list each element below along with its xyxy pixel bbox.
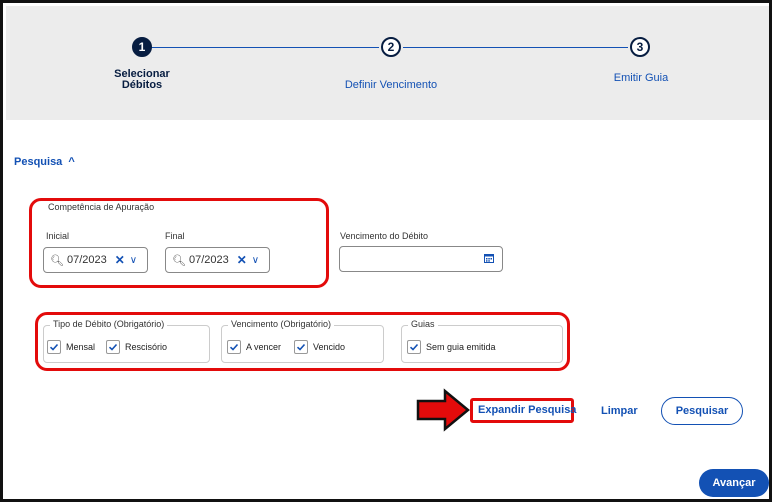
checkbox-label: Sem guia emitida [426, 342, 496, 352]
inicial-value: 07/2023 [66, 254, 107, 266]
checkbox-vencido[interactable]: Vencido [294, 340, 345, 354]
checkbox-box[interactable] [294, 340, 308, 354]
checkbox-mensal[interactable]: Mensal [47, 340, 95, 354]
checkbox-label: Mensal [66, 342, 96, 352]
checkbox-label: Vencido [313, 342, 346, 352]
clear-icon[interactable]: ✕ [237, 253, 247, 267]
vencimento-debito-input[interactable] [339, 246, 503, 272]
step-3-label: Emitir Guia [613, 72, 669, 84]
search-icon: 🔍︎ [50, 254, 64, 267]
checkbox-label: Rescisório [125, 342, 168, 352]
check-icon [409, 343, 419, 351]
vencimento-debito-label: Vencimento do Débito [340, 231, 429, 241]
step-connector [144, 47, 379, 48]
step-3-circle[interactable]: 3 [630, 37, 650, 57]
pesquisar-button[interactable]: Pesquisar [661, 397, 743, 425]
check-icon [296, 343, 306, 351]
chevron-up-icon: ^ [68, 156, 75, 168]
checkbox-box[interactable] [47, 340, 61, 354]
checkbox-a-vencer[interactable]: A vencer [227, 340, 281, 354]
step-1-circle[interactable]: 1 [132, 37, 152, 57]
chevron-down-icon[interactable]: ∨ [252, 255, 259, 266]
guias-legend: Guias [408, 319, 438, 329]
clear-icon[interactable]: ✕ [115, 253, 125, 267]
search-icon: 🔍︎ [172, 254, 186, 267]
step-2-circle[interactable]: 2 [381, 37, 401, 57]
checkbox-box[interactable] [106, 340, 120, 354]
app-frame: 1 2 3 Selecionar Débitos Definir Vencime… [0, 0, 772, 502]
limpar-button[interactable]: Limpar [601, 405, 638, 417]
calendar-icon[interactable] [484, 253, 494, 263]
inicial-label: Inicial [46, 231, 70, 241]
final-select[interactable]: 🔍︎ 07/2023 ✕ ∨ [165, 247, 270, 273]
arrow-right-icon [416, 388, 470, 432]
final-label: Final [165, 231, 185, 241]
checkbox-rescisorio[interactable]: Rescisório [106, 340, 167, 354]
competencia-legend: Competência de Apuração [45, 202, 158, 212]
tipo-debito-legend: Tipo de Débito (Obrigatório) [50, 319, 168, 329]
checkbox-box[interactable] [407, 340, 421, 354]
inicial-select[interactable]: 🔍︎ 07/2023 ✕ ∨ [43, 247, 148, 273]
avancar-button[interactable]: Avançar [699, 469, 769, 497]
check-icon [229, 343, 239, 351]
expandir-pesquisa-button[interactable]: Expandir Pesquisa [478, 404, 576, 416]
checkbox-sem-guia[interactable]: Sem guia emitida [407, 340, 496, 354]
pesquisa-toggle-label: Pesquisa [14, 156, 63, 168]
checkbox-label: A vencer [246, 342, 282, 352]
stepper: 1 2 3 Selecionar Débitos Definir Vencime… [6, 6, 769, 120]
step-1-label-line2: Débitos [121, 79, 163, 91]
step-2-label: Definir Vencimento [344, 79, 438, 91]
check-icon [49, 343, 59, 351]
chevron-down-icon[interactable]: ∨ [130, 255, 137, 266]
step-1-label: Selecionar Débitos [102, 69, 182, 91]
check-icon [108, 343, 118, 351]
step-connector [403, 47, 628, 48]
checkbox-box[interactable] [227, 340, 241, 354]
vencimento-obrig-legend: Vencimento (Obrigatório) [228, 319, 335, 329]
pesquisa-toggle[interactable]: Pesquisa ^ [14, 156, 75, 168]
final-value: 07/2023 [188, 254, 229, 266]
